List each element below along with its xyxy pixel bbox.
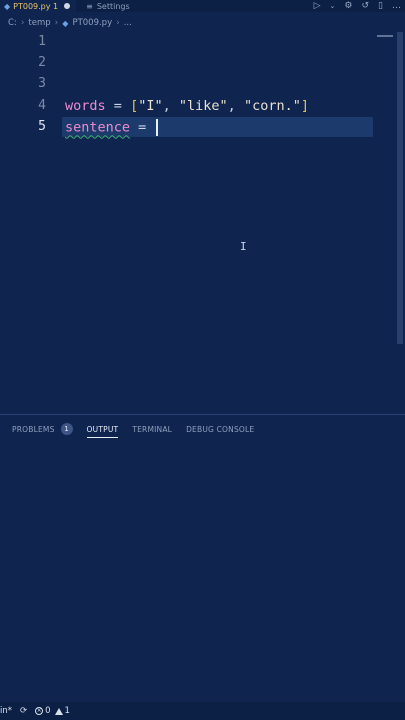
string-token: "corn.": [243, 98, 301, 114]
breadcrumb: C: › temp › ◆ PT009.py › ...: [8, 16, 132, 30]
tab-label: TERMINAL: [132, 424, 173, 434]
more-icon[interactable]: …: [392, 1, 401, 11]
tab-label: PT009.py 1: [13, 1, 59, 11]
tab-problems[interactable]: PROBLEMS 1: [12, 420, 73, 438]
line-number: 2: [38, 55, 46, 70]
operator-token: =: [138, 119, 147, 136]
tab-debug-console[interactable]: DEBUG CONSOLE: [186, 420, 254, 438]
chevron-right-icon: ›: [116, 18, 120, 28]
string-token: "like": [178, 98, 228, 114]
tab-terminal[interactable]: TERMINAL: [132, 420, 172, 438]
problems-status[interactable]: × 0 1: [35, 706, 70, 716]
comma-token: ,: [162, 98, 171, 114]
status-bar: in* ⟳ × 0 1: [0, 702, 405, 720]
warning-count: 1: [64, 706, 70, 716]
mouse-ibeam-icon: I: [240, 240, 247, 253]
status-branch-label: in*: [0, 706, 12, 716]
text-cursor: [156, 119, 159, 136]
breadcrumb-drive[interactable]: C:: [8, 18, 17, 28]
chevron-right-icon: ›: [54, 18, 59, 28]
tab-label: PROBLEMS: [12, 424, 55, 434]
tab-label: DEBUG CONSOLE: [186, 424, 255, 434]
variable-token: words: [65, 98, 106, 114]
line-number: 1: [38, 34, 46, 49]
tab-settings[interactable]: ≡ Settings: [76, 0, 136, 12]
bracket-token: [: [130, 98, 139, 114]
unsaved-dot-icon[interactable]: [64, 3, 71, 9]
panel-divider[interactable]: [0, 414, 405, 415]
tab-label: Settings: [96, 1, 130, 11]
breadcrumb-folder[interactable]: temp: [28, 18, 50, 28]
minimap[interactable]: [377, 35, 393, 37]
code-line-4[interactable]: words = ["I", "like", "corn."]: [65, 98, 309, 114]
line-number: 5: [38, 119, 46, 134]
editor-tab-bar: ◆ PT009.py 1 ≡ Settings ▷ ⌄ ⚙ ↺ ▯ …: [0, 0, 405, 12]
comma-token: ,: [227, 98, 236, 114]
editor-actions: ▷ ⌄ ⚙ ↺ ▯ …: [314, 0, 401, 12]
string-token: "I": [138, 98, 163, 114]
panel-tab-bar: PROBLEMS 1 OUTPUT TERMINAL DEBUG CONSOLE: [12, 420, 254, 438]
code-line-5[interactable]: sentence =: [65, 119, 159, 136]
tab-output[interactable]: OUTPUT: [86, 420, 119, 438]
tab-pt009[interactable]: ◆ PT009.py 1: [0, 0, 77, 12]
operator-token: =: [113, 98, 122, 114]
error-icon: ×: [35, 707, 44, 715]
split-editor-icon[interactable]: ▯: [378, 1, 383, 11]
bracket-token: ]: [300, 98, 309, 114]
tab-label: OUTPUT: [86, 424, 119, 434]
line-number: 3: [38, 76, 46, 91]
problems-count-badge: 1: [60, 423, 73, 435]
settings-icon: ≡: [86, 1, 93, 11]
variable-token: sentence: [65, 119, 131, 136]
breadcrumb-file[interactable]: PT009.py: [72, 18, 112, 28]
status-branch[interactable]: in*: [0, 706, 12, 716]
chevron-down-icon[interactable]: ⌄: [330, 2, 336, 10]
warning-icon: [54, 707, 63, 715]
error-count: 0: [45, 706, 51, 716]
gear-icon[interactable]: ⚙: [344, 1, 352, 11]
breadcrumb-more[interactable]: ...: [124, 18, 132, 28]
sync-icon[interactable]: ⟳: [20, 706, 27, 716]
code-editor[interactable]: 1 2 3 4 5 words = ["I", "like", "corn."]…: [0, 32, 405, 412]
editor-scrollbar[interactable]: [397, 32, 403, 344]
line-number: 4: [38, 98, 46, 113]
python-file-icon: ◆: [62, 18, 69, 28]
python-file-icon: ◆: [4, 1, 11, 11]
run-icon[interactable]: ▷: [314, 1, 321, 11]
chevron-right-icon: ›: [20, 18, 25, 28]
history-icon[interactable]: ↺: [362, 1, 370, 11]
